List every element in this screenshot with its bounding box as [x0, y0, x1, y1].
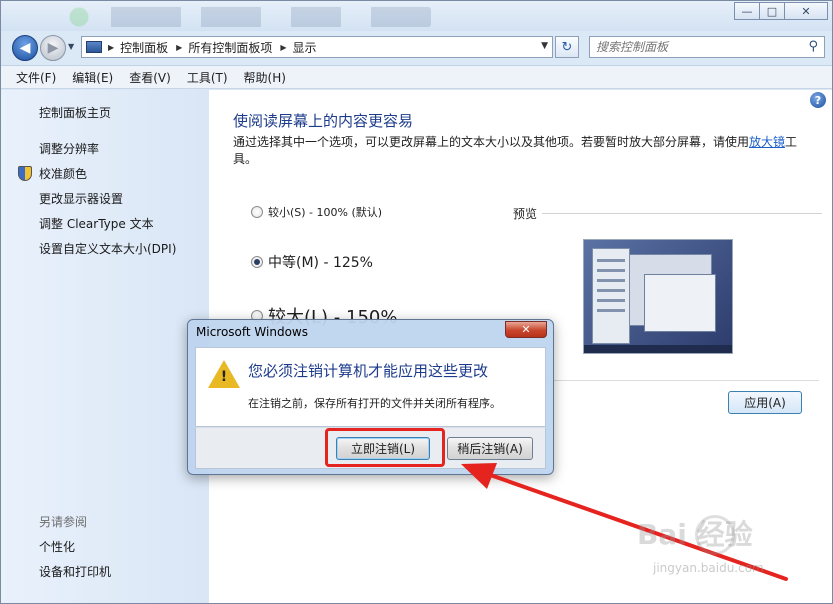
watermark-url: jingyan.baidu.com [653, 561, 764, 575]
watermark-brand: Bai 经验 [637, 518, 753, 551]
control-panel-window: — □ ✕ ◀ ▶ ▼ ▶控制面板 ▶所有控制面板项 ▶显示 ▼ ↻ ⚲ 文件(… [0, 0, 833, 604]
